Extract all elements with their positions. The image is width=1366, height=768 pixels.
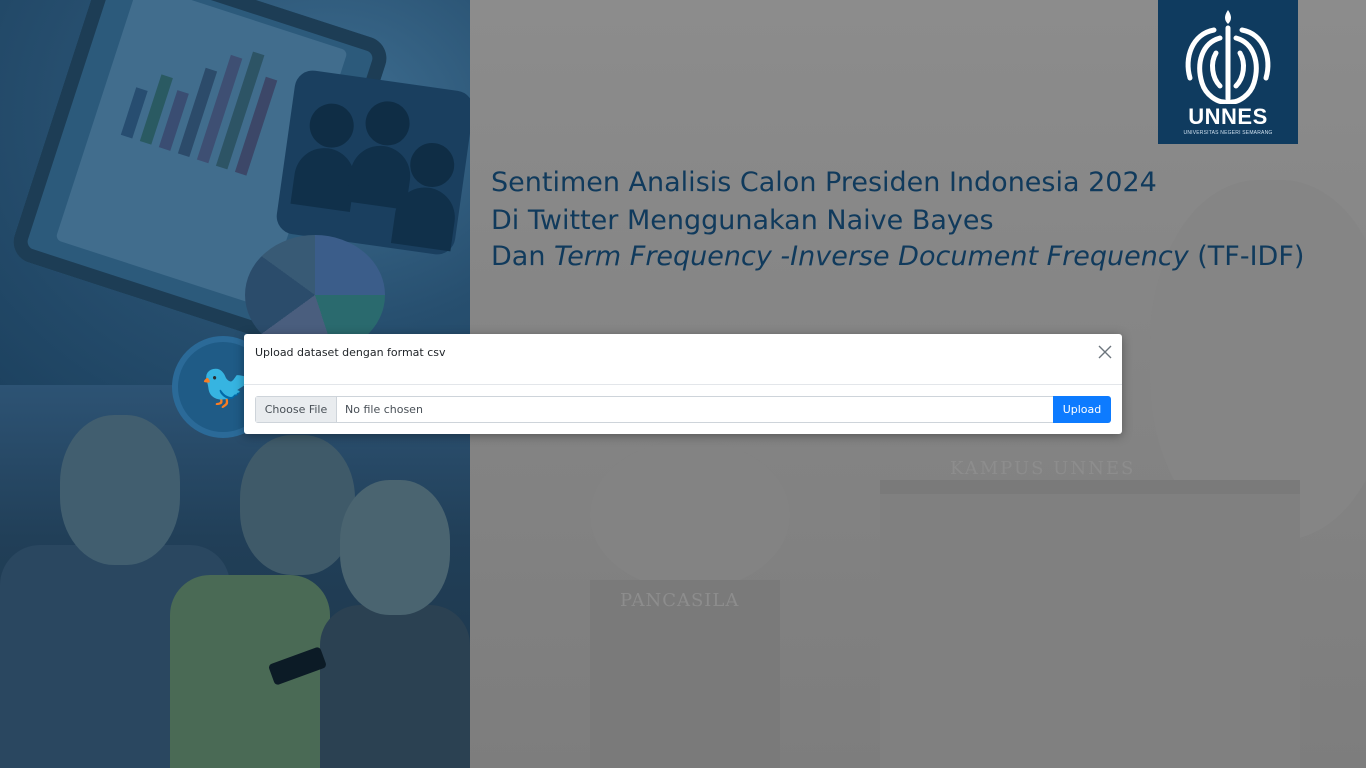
logo-name: UNNES — [1188, 104, 1268, 129]
file-status-text: No file chosen — [345, 403, 423, 416]
title-line-3: Dan Term Frequency -Inverse Document Fre… — [491, 240, 1311, 274]
building-text: KAMPUS UNNES — [950, 458, 1136, 479]
person-head — [240, 435, 355, 575]
person-head — [340, 480, 450, 615]
close-icon[interactable] — [1094, 341, 1116, 363]
choose-file-button[interactable]: Choose File — [256, 397, 337, 422]
unnes-logo: UNNES UNIVERSITAS NEGERI SEMARANG — [1158, 0, 1298, 144]
person-head — [306, 100, 357, 151]
modal-header: Upload dataset dengan format csv — [244, 334, 1122, 385]
upload-dataset-modal: Upload dataset dengan format csv Choose … — [244, 334, 1122, 434]
person-body — [290, 144, 359, 212]
garuda-emblem-background — [590, 440, 790, 590]
campus-building-background — [880, 480, 1300, 768]
unnes-emblem-icon — [1185, 10, 1271, 104]
person-head — [362, 98, 413, 149]
person-head — [407, 140, 458, 190]
person-head — [60, 415, 180, 565]
file-input-group: Choose File No file chosen Upload — [255, 396, 1111, 423]
file-input[interactable]: Choose File No file chosen — [255, 396, 1055, 423]
candidates-card-illustration — [274, 68, 470, 257]
modal-title: Upload dataset dengan format csv — [255, 346, 446, 359]
upload-button[interactable]: Upload — [1053, 396, 1111, 423]
title-line-3-suffix: (TF-IDF) — [1188, 241, 1305, 272]
monument-text: PANCASILA — [620, 590, 740, 611]
title-line-3-prefix: Dan — [491, 241, 555, 272]
logo-subtitle: UNIVERSITAS NEGERI SEMARANG — [1183, 130, 1273, 136]
title-line-1: Sentimen Analisis Calon Presiden Indones… — [491, 167, 1157, 198]
people-with-phones-photo — [0, 385, 470, 768]
title-line-2: Di Twitter Menggunakan Naive Bayes — [491, 205, 994, 236]
analytics-illustration — [0, 0, 470, 390]
page-title: Sentimen Analisis Calon Presiden Indones… — [491, 164, 1311, 274]
title-line-3-italic: Term Frequency -Inverse Document Frequen… — [554, 241, 1189, 272]
person-torso — [320, 605, 470, 768]
